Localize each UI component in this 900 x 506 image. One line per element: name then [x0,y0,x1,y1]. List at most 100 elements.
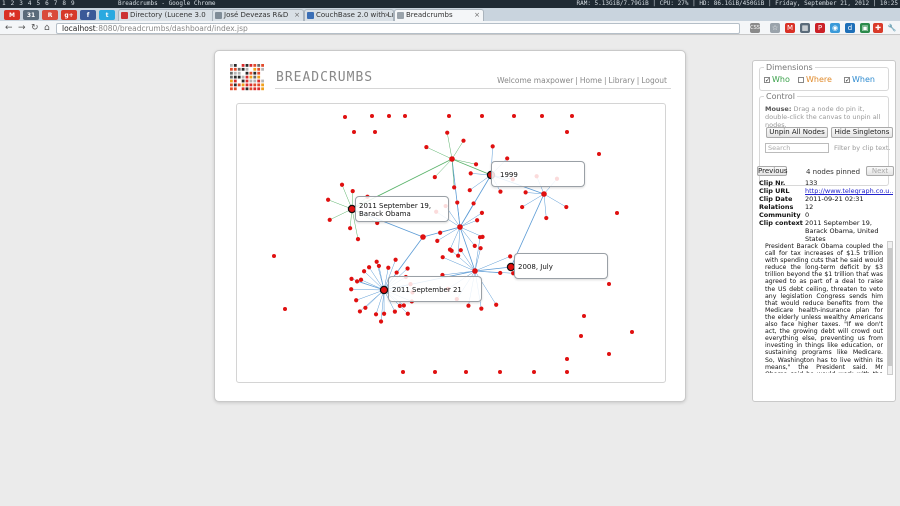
facebook-icon[interactable]: f [80,10,96,20]
home-link[interactable]: Home [580,76,602,85]
library-link[interactable]: Library [609,76,635,85]
tab-jose-devezas[interactable]: José Devezas R&D × [212,9,304,21]
bookmark-icon[interactable]: ☆ [770,23,780,33]
workspace-5[interactable]: 5 [37,0,41,7]
graph-svg[interactable] [237,104,666,383]
workspace-8[interactable]: 8 [62,0,66,7]
delicious-icon[interactable]: d [845,23,855,33]
wrench-icon[interactable]: 🔧 [887,23,897,33]
graph-edge [434,158,453,178]
ext-blue-icon[interactable]: ◉ [830,23,840,33]
checkbox-where[interactable] [798,76,804,83]
ext-green-icon[interactable]: ▣ [860,23,870,33]
logout-link[interactable]: Logout [641,76,667,85]
logo-dot [237,83,241,87]
graph-node [532,370,536,374]
checkbox-when[interactable]: ✓ [844,76,850,83]
node-label-1999[interactable]: 1999 [491,161,585,187]
workspace-3[interactable]: 3 [19,0,23,7]
google-plus-icon[interactable]: g+ [61,10,77,20]
home-icon[interactable]: ⌂ [44,22,50,34]
workspace-switcher[interactable]: 123456789 [2,0,80,8]
hide-singletons-button[interactable]: Hide Singletons [831,127,893,138]
logo-dot [230,75,233,79]
graph-node [283,307,287,311]
gmail-extension-icon[interactable]: M [785,23,795,33]
graph-node [392,309,397,314]
logo-dot [245,79,249,83]
graph-node [326,197,331,202]
forward-icon[interactable]: → [18,22,26,34]
unpin-all-button[interactable]: Unpin All Nodes [766,127,828,138]
workspace-6[interactable]: 6 [45,0,49,7]
logo-dot [233,79,237,83]
graph-node [438,230,443,235]
checkbox-who[interactable]: ✓ [764,76,770,83]
tab-lucene[interactable]: Directory (Lucene 3.0 × [118,9,224,21]
browser-toolbar: ← → ↻ ⌂ localhost:8080/breadcrumbs/dashb… [0,21,900,35]
ext-red-icon[interactable]: ✚ [873,23,883,33]
scrollbar-thumb[interactable] [888,248,892,366]
twitter-icon[interactable]: t [99,10,115,20]
tab-couchbase[interactable]: CouchBase 2.0 with Lu × [304,9,394,21]
clip-text: President Barack Obama coupled the call … [765,243,883,373]
graph-node [379,285,389,295]
workspace-9[interactable]: 9 [71,0,75,7]
close-icon[interactable]: × [474,10,480,20]
user-nav: Welcome maxpower | Home | Library | Logout [497,76,667,85]
clip-relations-row: Relations 12 [759,203,814,211]
logo-dot [253,79,257,83]
logo-dot [233,75,237,79]
clip-text-scrollbar[interactable] [887,241,893,375]
close-icon[interactable]: × [294,10,300,20]
workspace-7[interactable]: 7 [54,0,58,7]
welcome-text: Welcome maxpower [497,76,574,85]
graph-node [464,370,468,374]
graph-node [357,309,363,314]
search-input[interactable]: Search [765,143,829,153]
dimension-when[interactable]: ✓ When [844,75,875,84]
reload-icon[interactable]: ↻ [31,22,39,34]
previous-button[interactable]: Previous [757,166,788,176]
graph-canvas[interactable]: 1999 2011 September 19, Barack Obama 201… [236,103,666,383]
logo-dot [245,67,249,71]
gmail-icon[interactable]: M [4,10,20,20]
next-button[interactable]: Next [866,166,894,176]
workspace-1[interactable]: 1 [2,0,6,7]
logo-dot [237,67,241,71]
dimension-where[interactable]: Where [798,75,832,84]
calendar-icon[interactable]: 31 [23,10,39,20]
workspace-4[interactable]: 4 [28,0,32,7]
graph-node [512,114,516,118]
address-bar[interactable]: localhost:8080/breadcrumbs/dashboard/ind… [56,23,740,34]
tab-label: CouchBase 2.0 with Lu [316,11,394,19]
node-label-sept-21[interactable]: 2011 September 21 [388,276,482,302]
node-label-obama[interactable]: 2011 September 19, Barack Obama [355,196,449,222]
graph-node [565,130,569,134]
node-label-2008-july[interactable]: 2008, July [514,253,608,279]
os-top-bar: 123456789 Breadcrumbs - Google Chrome RA… [0,0,900,8]
reader-icon[interactable]: R [42,10,58,20]
logo-dot [261,64,264,67]
graph-node [405,266,410,271]
graph-edge [426,146,453,160]
logo-dot [257,64,261,67]
node-label-text: 2011 September 21 [392,286,462,294]
workspace-2[interactable]: 2 [11,0,15,7]
css-extension-icon[interactable]: CSS [750,23,760,33]
graph-node [327,217,332,222]
back-icon[interactable]: ← [5,22,13,34]
logo-dot [241,87,245,91]
graph-edge [451,140,464,160]
pinterest-icon[interactable]: P [815,23,825,33]
graph-node [370,114,374,118]
tab-breadcrumbs[interactable]: Breadcrumbs × [394,9,484,21]
close-icon[interactable]: × [384,10,390,20]
graph-edge [451,158,477,165]
calendar-extension-icon[interactable]: ▦ [800,23,810,33]
graph-node [343,115,347,119]
clip-url-link[interactable]: http://www.telegraph.co.u... [805,187,893,195]
graph-node [361,269,367,274]
graph-node [440,255,445,260]
dimension-who[interactable]: ✓ Who [764,75,790,84]
